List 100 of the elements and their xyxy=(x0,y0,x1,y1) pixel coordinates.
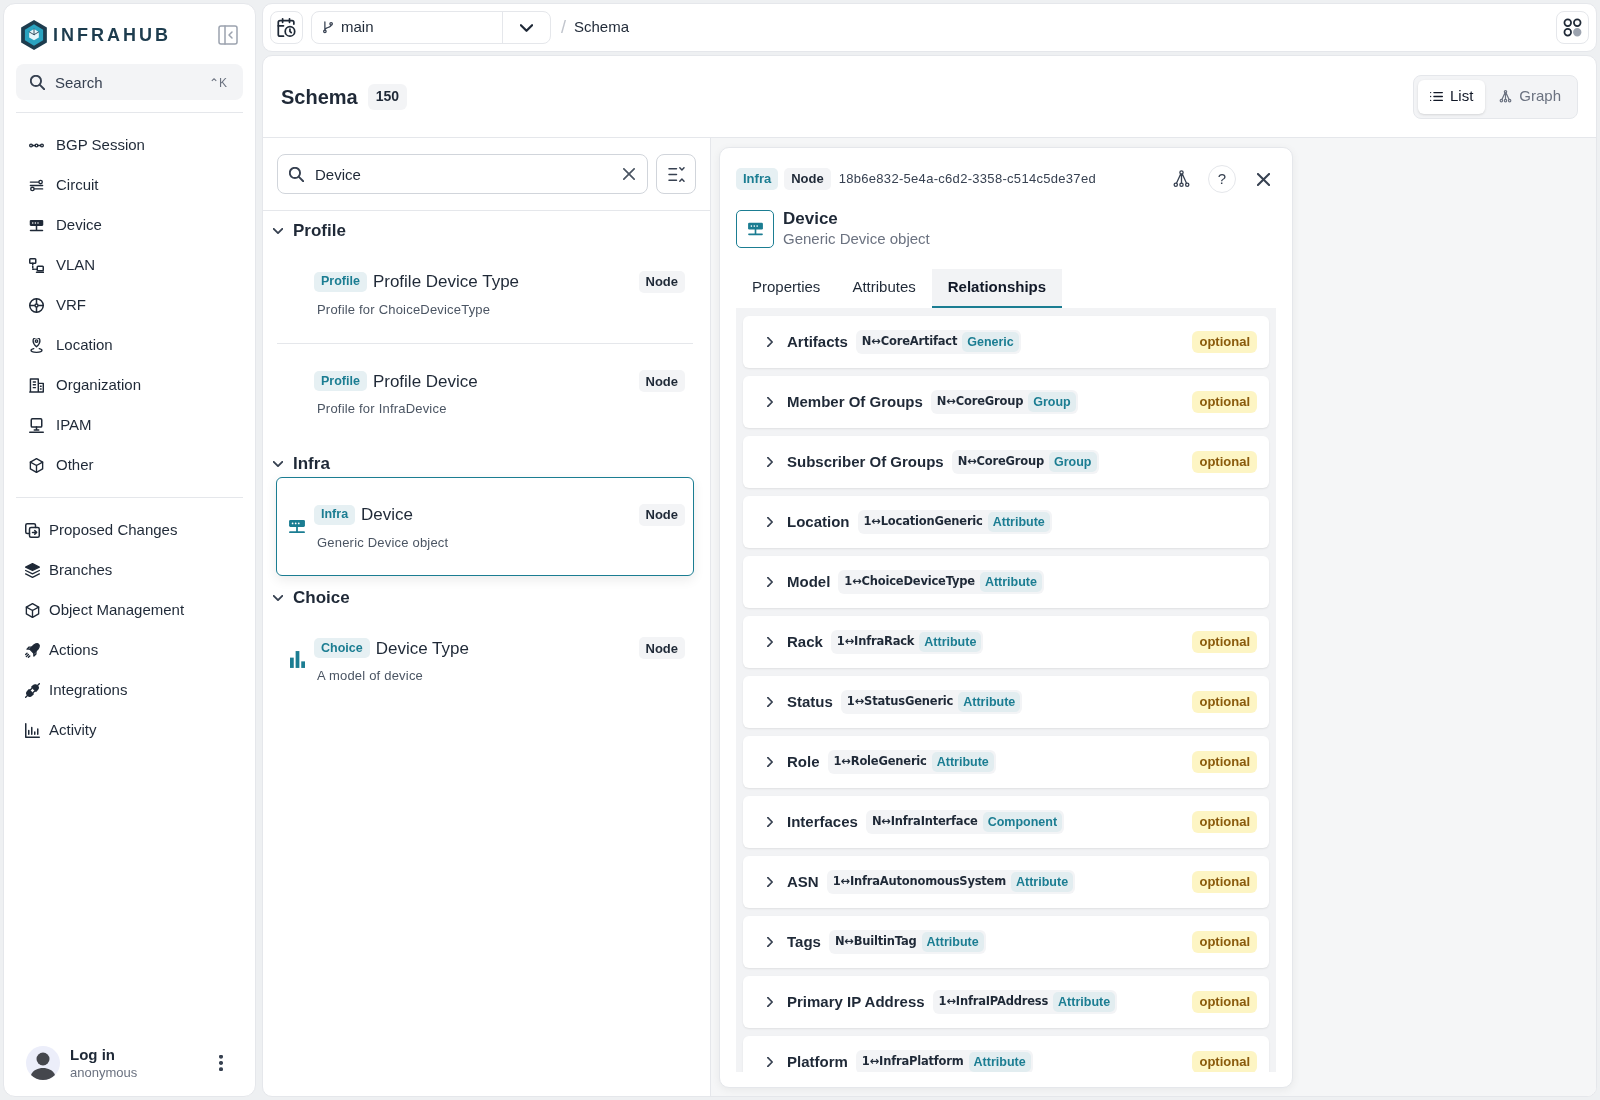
server-icon xyxy=(288,518,306,534)
nav-item[interactable]: Object Management xyxy=(16,590,243,630)
item-title: Device Type xyxy=(375,637,469,660)
keyboard-shortcut: ⌃K xyxy=(209,75,227,92)
user-name: Log in xyxy=(70,1045,116,1064)
breadcrumb-link[interactable]: Schema xyxy=(574,16,630,39)
nav-item[interactable]: Circuit xyxy=(16,165,243,205)
plug-icon xyxy=(25,682,40,698)
search-icon xyxy=(30,75,45,90)
tab[interactable]: Relationships xyxy=(931,269,1063,308)
detail-title: Device xyxy=(783,208,839,229)
nav-item[interactable]: Integrations xyxy=(16,670,243,710)
view-toggle[interactable]: Graph xyxy=(1487,79,1573,114)
relationship-row[interactable]: Artifacts N↔CoreArtifact Generic optional xyxy=(743,316,1269,368)
relationship-row[interactable]: Member Of Groups N↔CoreGroup Group optional xyxy=(743,376,1269,428)
relationship-name: ASN xyxy=(787,871,819,892)
nav-item[interactable]: Device xyxy=(16,205,243,245)
type-badge: Node xyxy=(638,637,685,660)
schema-id: 18b6e832-5e4a-c6d2-3358-c514c5de37ed xyxy=(838,170,1096,189)
relationship-row[interactable]: Tags N↔BuiltinTag Attribute optional xyxy=(743,916,1269,968)
relationship-row[interactable]: Rack 1↔InfraRack Attribute optional xyxy=(743,616,1269,668)
namespace-tag: Infra xyxy=(314,504,356,525)
search-field[interactable]: Device xyxy=(277,154,648,194)
nav-item[interactable]: Activity xyxy=(16,710,243,750)
chevron-down-icon xyxy=(520,23,533,32)
apps-button[interactable] xyxy=(1556,11,1589,44)
relationship-row[interactable]: Location 1↔LocationGeneric Attribute xyxy=(743,496,1269,548)
requirement-badge: optional xyxy=(1192,991,1257,1013)
item-description: Profile for InfraDevice xyxy=(316,400,448,417)
type-badge: Node xyxy=(638,503,685,526)
group-toggle[interactable]: Profile xyxy=(263,218,710,244)
category-tag: Group xyxy=(1049,452,1097,472)
category-tag: Attribute xyxy=(987,512,1050,532)
item-description: Generic Device object xyxy=(316,533,450,551)
namespace-tag: Infra xyxy=(736,168,779,190)
nav-item[interactable]: Proposed Changes xyxy=(16,510,243,550)
bar-chart-icon xyxy=(25,722,40,738)
view-toggle[interactable]: List xyxy=(1417,79,1486,114)
close-icon xyxy=(623,168,635,180)
branch-name: main xyxy=(341,17,374,38)
peer-label: 1↔ChoiceDeviceType xyxy=(844,573,975,591)
relationship-name: Location xyxy=(787,511,850,532)
history-button[interactable] xyxy=(270,11,303,44)
schema-item[interactable]: Profile Profile Device Node Profile for InfraDevice xyxy=(276,343,694,442)
item-title: Device xyxy=(361,504,414,526)
requirement-badge: optional xyxy=(1192,751,1257,773)
nav-item[interactable]: VLAN xyxy=(16,245,243,285)
nav-item[interactable]: Actions xyxy=(16,630,243,670)
relationship-name: Status xyxy=(787,691,833,712)
nav-item[interactable]: IPAM xyxy=(16,405,243,445)
schema-item[interactable]: Infra Device Node Generic Device object xyxy=(276,477,694,576)
relationship-row[interactable]: Model 1↔ChoiceDeviceType Attribute xyxy=(743,556,1269,608)
list-collapse-icon xyxy=(667,166,685,182)
peer-label: N↔CoreGroup xyxy=(936,393,1024,411)
peer-label: 1↔InfraPlatform xyxy=(861,1053,964,1071)
relationship-name: Subscriber Of Groups xyxy=(787,451,944,472)
relationship-row[interactable]: ASN 1↔InfraAutonomousSystem Attribute optional xyxy=(743,856,1269,908)
relationship-row[interactable]: Subscriber Of Groups N↔CoreGroup Group optional xyxy=(743,436,1269,488)
peer-label: 1↔RoleGeneric xyxy=(833,753,927,771)
graph-view-button[interactable] xyxy=(1172,170,1190,188)
nav-item[interactable]: VRF xyxy=(16,285,243,325)
group-toggle[interactable]: Infra xyxy=(263,451,710,477)
relationship-row[interactable]: Role 1↔RoleGeneric Attribute optional xyxy=(743,736,1269,788)
requirement-badge: optional xyxy=(1192,871,1257,893)
server-icon xyxy=(29,217,44,233)
relationship-row[interactable]: Primary IP Address 1↔InfraIPAddress Attribute optional xyxy=(743,976,1269,1028)
clear-search-button[interactable] xyxy=(622,167,636,181)
collapse-all-button[interactable] xyxy=(656,154,696,194)
bar-chart-icon xyxy=(289,651,305,669)
item-title: Profile Device Type xyxy=(372,271,520,293)
requirement-badge: optional xyxy=(1192,931,1257,953)
nav-item[interactable]: Organization xyxy=(16,365,243,405)
category-tag: Attribute xyxy=(921,932,984,952)
calendar-clock-icon xyxy=(277,18,296,37)
relationship-row[interactable]: Status 1↔StatusGeneric Attribute optional xyxy=(743,676,1269,728)
relationship-row[interactable]: Platform 1↔InfraPlatform Attribute optional xyxy=(743,1036,1269,1072)
item-title: Profile Device xyxy=(372,370,478,393)
peer-label: N↔BuiltinTag xyxy=(834,933,917,951)
namespace-tag: Profile xyxy=(314,371,367,392)
nav-item[interactable]: Branches xyxy=(16,550,243,590)
nav-item[interactable]: Location xyxy=(16,325,243,365)
group-toggle[interactable]: Choice xyxy=(263,584,710,611)
type-badge: Node xyxy=(638,370,685,393)
requirement-badge: optional xyxy=(1192,691,1257,713)
relationship-row[interactable]: Interfaces N↔InfraInterface Component optional xyxy=(743,796,1269,848)
brand-name: INFRAHUB xyxy=(53,23,171,47)
nav-item[interactable]: BGP Session xyxy=(16,125,243,165)
schema-item[interactable]: Profile Profile Device Type Node Profile for ChoiceDeviceType xyxy=(276,244,694,343)
tab[interactable]: Attributes xyxy=(836,269,932,308)
nav-item[interactable]: Other xyxy=(16,445,243,485)
tab[interactable]: Properties xyxy=(736,269,837,308)
relationship-name: Artifacts xyxy=(787,331,848,352)
schema-item[interactable]: Choice Device Type Node A model of device xyxy=(276,610,694,709)
panel-collapse-icon xyxy=(218,25,238,45)
relationship-name: Member Of Groups xyxy=(787,391,923,412)
map-pin-icon xyxy=(29,337,44,353)
branch-selector[interactable]: main xyxy=(311,11,551,44)
peer-label: 1↔LocationGeneric xyxy=(863,513,983,531)
close-button[interactable] xyxy=(1256,172,1270,186)
more-vertical-icon xyxy=(219,1055,223,1071)
